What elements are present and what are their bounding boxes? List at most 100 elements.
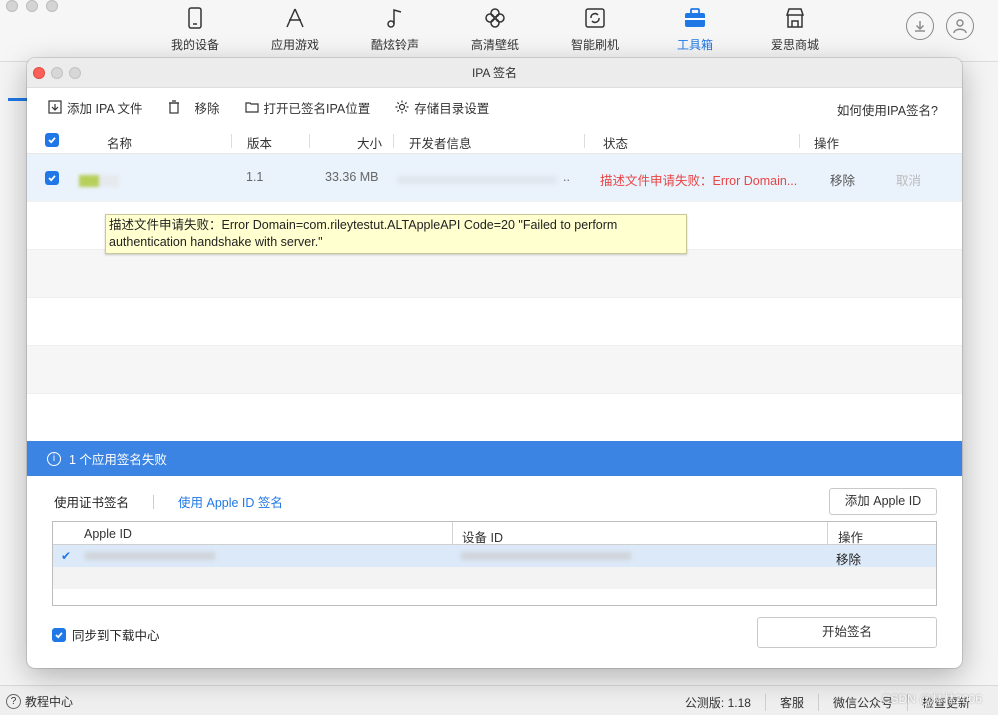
dialog-minimize-button[interactable] [51, 67, 63, 79]
table-row[interactable]: 1.1 33.36 MB .. 描述文件申请失败：Error Domain...… [27, 154, 962, 202]
row-remove-link[interactable]: 移除 [830, 170, 855, 189]
nav-ringtones[interactable]: 酷炫铃声 [345, 4, 445, 53]
download-button[interactable] [906, 12, 934, 40]
nav-flash[interactable]: 智能刷机 [545, 4, 645, 53]
row-checkbox[interactable] [45, 171, 59, 185]
nav-label: 高清壁纸 [470, 38, 519, 52]
device-id-redacted [461, 552, 631, 560]
main-nav: 我的设备 应用游戏 酷炫铃声 高清壁纸 智能刷机 工具箱 爱思商城 [145, 4, 845, 53]
tab-certificate-sign[interactable]: 使用证书签名 [54, 492, 129, 511]
tutorial-label: 教程中心 [25, 695, 74, 709]
storage-settings-label: 存储目录设置 [414, 101, 490, 116]
column-divider [827, 522, 828, 545]
checkmark-icon [55, 631, 63, 639]
sync-label: 同步到下载中心 [72, 629, 160, 643]
open-location-label: 打开已签名IPA位置 [263, 101, 371, 116]
toolbox-icon [685, 8, 705, 27]
column-divider [584, 134, 585, 148]
dialog-close-button[interactable] [33, 67, 45, 79]
nav-label: 工具箱 [676, 38, 713, 52]
nav-label: 爱思商城 [770, 38, 819, 52]
row-version: 1.1 [246, 170, 264, 184]
col-name: 名称 [107, 137, 133, 151]
music-note-icon [387, 9, 402, 28]
dialog-toolbar: 添加 IPA 文件 移除 打开已签名IPA位置 存储目录设置 如何使用IPA签名… [27, 88, 962, 126]
nav-toolbox[interactable]: 工具箱 [645, 4, 745, 53]
dialog-zoom-button[interactable] [69, 67, 81, 79]
sign-method-tabs: 使用证书签名 使用 Apple ID 签名 [54, 492, 283, 511]
apple-id-redacted [85, 552, 215, 560]
top-right-actions [906, 12, 974, 40]
apple-id-remove-link[interactable]: 移除 [836, 549, 861, 568]
start-sign-button[interactable]: 开始签名 [757, 617, 937, 648]
refresh-box-icon [585, 8, 605, 28]
remove-button[interactable]: 移除 [166, 98, 220, 117]
select-all-checkbox[interactable] [45, 133, 59, 147]
window-controls [0, 0, 58, 12]
dialog-title: IPA 签名 [471, 66, 518, 80]
info-icon: i [47, 451, 61, 466]
nav-apps-games[interactable]: 应用游戏 [245, 4, 345, 53]
col-action: 操作 [814, 137, 840, 151]
storage-settings-button[interactable]: 存储目录设置 [394, 98, 489, 117]
add-ipa-button[interactable]: 添加 IPA 文件 [47, 98, 142, 117]
error-tooltip: 描述文件申请失败：Error Domain=com.rileytestut.AL… [105, 214, 687, 254]
apple-id-table-header: Apple ID 设备 ID 操作 [53, 522, 936, 545]
ipa-table-header: 名称 版本 大小 开发者信息 状态 操作 [27, 126, 962, 154]
help-icon: ? [6, 694, 21, 709]
ipa-table-body: 1.1 33.36 MB .. 描述文件申请失败：Error Domain...… [27, 154, 962, 442]
add-file-icon [48, 100, 62, 114]
dialog-window-controls [33, 67, 81, 79]
tab-apple-id-sign[interactable]: 使用 Apple ID 签名 [178, 492, 283, 511]
nav-label: 我的设备 [170, 38, 219, 52]
col-status: 状态 [603, 137, 629, 151]
add-apple-id-button[interactable]: 添加 Apple ID [829, 488, 937, 515]
checkmark-icon [48, 175, 56, 182]
sync-download-center[interactable]: 同步到下载中心 [52, 625, 160, 644]
selected-check-icon: ✔ [61, 549, 72, 563]
apple-id-row[interactable]: ✔ 移除 [53, 545, 936, 567]
nav-label: 应用游戏 [270, 38, 319, 52]
row-developer-ellipsis: .. [563, 170, 570, 184]
trash-icon [169, 100, 180, 114]
row-status-error: 描述文件申请失败：Error Domain... [600, 174, 798, 188]
tutorial-center-link[interactable]: ? 教程中心 [6, 693, 73, 710]
nav-my-device[interactable]: 我的设备 [145, 4, 245, 53]
nav-store[interactable]: 爱思商城 [745, 4, 845, 53]
dialog-titlebar: IPA 签名 [27, 58, 962, 88]
add-ipa-label: 添加 IPA 文件 [67, 101, 143, 116]
col-version: 版本 [247, 137, 273, 151]
account-button[interactable] [946, 12, 974, 40]
nav-label: 酷炫铃声 [370, 38, 419, 52]
user-icon [953, 19, 967, 34]
flower-icon [485, 8, 505, 28]
tab-divider [153, 494, 155, 509]
column-divider [799, 134, 800, 148]
watermark: CSDN @林林2006 [881, 692, 982, 706]
banner-text: 1 个应用签名失败 [69, 453, 167, 467]
col-size: 大小 [357, 137, 383, 151]
app-store-icon [286, 8, 304, 28]
version-label: 公测版: 1.18 [684, 696, 751, 710]
nav-wallpapers[interactable]: 高清壁纸 [445, 4, 545, 53]
sync-checkbox[interactable] [52, 627, 66, 642]
how-to-use-link[interactable]: 如何使用IPA签名? [837, 100, 938, 119]
remove-label: 移除 [194, 101, 220, 116]
zoom-dot[interactable] [46, 0, 58, 12]
ipa-sign-dialog: IPA 签名 添加 IPA 文件 移除 打开已签名IPA位置 存储目录设置 如何… [27, 58, 962, 668]
col-developer: 开发者信息 [409, 137, 472, 151]
support-link[interactable]: 客服 [764, 694, 818, 711]
column-divider [309, 134, 310, 148]
close-dot[interactable] [6, 0, 18, 12]
empty-row [27, 298, 962, 346]
col-apple-id: Apple ID [84, 527, 132, 541]
app-icon [79, 171, 119, 187]
folder-icon [244, 102, 259, 113]
minimize-dot[interactable] [26, 0, 38, 12]
col-action: 操作 [838, 531, 864, 545]
apple-id-table: Apple ID 设备 ID 操作 ✔ 移除 [52, 521, 937, 606]
empty-row [27, 346, 962, 394]
open-signed-location-button[interactable]: 打开已签名IPA位置 [244, 98, 371, 117]
row-cancel-link[interactable]: 取消 [896, 170, 921, 189]
empty-row [53, 567, 936, 589]
